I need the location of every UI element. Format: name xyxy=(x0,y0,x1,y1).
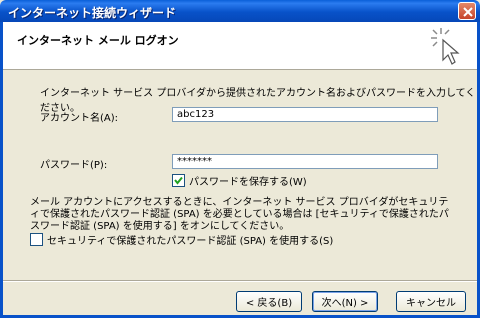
password-input[interactable] xyxy=(172,154,438,169)
checkbox-box[interactable] xyxy=(30,233,43,246)
spa-description: メール アカウントにアクセスするときに、インターネット サービス プロバイダがセ… xyxy=(30,197,449,232)
checkmark-icon xyxy=(174,176,183,185)
checkbox-box[interactable] xyxy=(172,174,185,187)
spa-checkbox-label: セキュリティで保護されたパスワード認証 (SPA) を使用する(S) xyxy=(47,236,334,247)
remember-password-label: パスワードを保存する(W) xyxy=(189,177,307,188)
next-button[interactable]: 次へ(N) > xyxy=(312,291,378,312)
divider xyxy=(3,280,477,282)
account-name-input[interactable] xyxy=(172,107,438,122)
title-bar: インターネット接続ウィザード xyxy=(0,0,480,22)
remember-password-checkbox[interactable]: パスワードを保存する(W) xyxy=(172,173,307,188)
wizard-wand-icon xyxy=(431,28,460,65)
page-title: インターネット メール ログオン xyxy=(17,34,179,47)
account-label: アカウント名(A): xyxy=(40,113,119,124)
window-title: インターネット接続ウィザード xyxy=(8,6,177,20)
password-label: パスワード(P): xyxy=(40,160,108,171)
back-button[interactable]: < 戻る(B) xyxy=(236,291,302,312)
close-icon xyxy=(463,7,473,17)
wizard-header: インターネット メール ログオン xyxy=(3,22,477,70)
spa-checkbox[interactable]: セキュリティで保護されたパスワード認証 (SPA) を使用する(S) xyxy=(30,232,333,247)
close-button[interactable] xyxy=(458,2,476,20)
cancel-button[interactable]: キャンセル xyxy=(396,291,466,312)
